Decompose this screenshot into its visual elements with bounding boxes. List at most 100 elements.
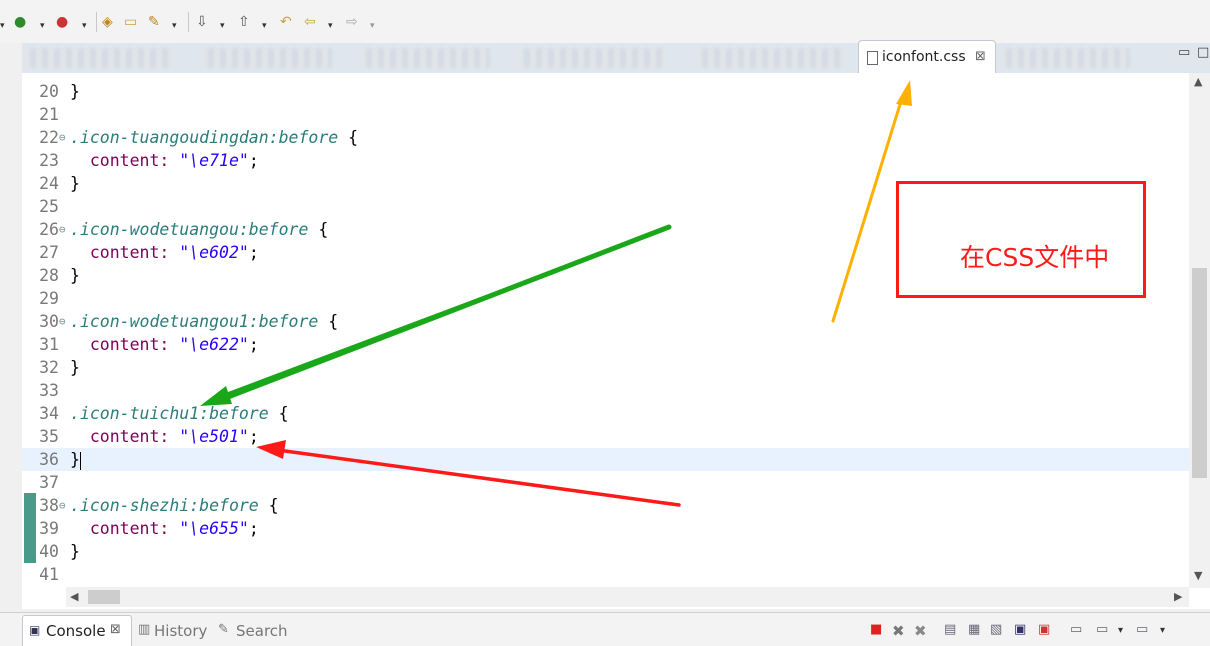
- vertical-scrollbar[interactable]: ▲ ▼: [1189, 73, 1210, 588]
- code-line[interactable]: 22 ⊖ .icon-tuangoudingdan:before {: [22, 126, 1189, 149]
- back-dropdown-icon[interactable]: ▾: [328, 17, 333, 35]
- code-line[interactable]: 33: [22, 379, 1189, 402]
- editor-tab-blurred[interactable]: [696, 48, 846, 68]
- semicolon: ;: [248, 519, 259, 538]
- code-text: content: "\e655";: [70, 517, 259, 540]
- tab-iconfont-css[interactable]: iconfont.css ⊠: [858, 40, 996, 75]
- code-line[interactable]: 38 ⊖ .icon-shezhi:before {: [22, 494, 1189, 517]
- last-edit-icon[interactable]: ↶: [280, 13, 292, 31]
- code-line[interactable]: 21: [22, 103, 1189, 126]
- scroll-right-icon[interactable]: ▶: [1174, 590, 1182, 603]
- editor-tab-blurred[interactable]: [24, 48, 174, 68]
- next-annotation-dropdown-icon[interactable]: ▾: [220, 17, 225, 35]
- close-console-icon[interactable]: ⊠: [110, 622, 121, 637]
- clear-console-icon[interactable]: ▤: [944, 622, 956, 637]
- open-folder-icon[interactable]: ▭: [124, 13, 137, 31]
- editor-tab-blurred[interactable]: [360, 48, 490, 68]
- code-line[interactable]: 37: [22, 471, 1189, 494]
- fold-toggle-icon[interactable]: ⊖: [59, 310, 66, 333]
- task-dropdown-icon[interactable]: ▾: [172, 17, 177, 35]
- line-number: 22: [39, 128, 59, 147]
- scroll-down-icon[interactable]: ▼: [1194, 569, 1202, 582]
- forward-icon[interactable]: ⇨: [346, 13, 358, 31]
- code-line[interactable]: 23 content: "\e71e";: [22, 149, 1189, 172]
- css-selector: .icon-tuichu1:before: [70, 404, 269, 423]
- horizontal-scrollbar[interactable]: ◀ ▶: [66, 587, 1189, 607]
- scrollbar-thumb[interactable]: [88, 590, 120, 604]
- external-tools-icon[interactable]: ●: [56, 13, 68, 31]
- show-output-icon[interactable]: ▣: [1038, 622, 1050, 637]
- css-file-icon: [867, 51, 878, 65]
- code-line[interactable]: 39 content: "\e655";: [22, 517, 1189, 540]
- history-icon: ▥: [138, 622, 151, 637]
- code-line[interactable]: 20}: [22, 80, 1189, 103]
- code-line[interactable]: 35 content: "\e501";: [22, 425, 1189, 448]
- editor-tab-blurred[interactable]: [518, 48, 668, 68]
- maximize-icon[interactable]: □: [1197, 45, 1209, 60]
- external-tools-dropdown-icon[interactable]: ▾: [82, 17, 87, 35]
- new-console-dropdown-icon[interactable]: ▾: [1160, 625, 1165, 636]
- code-text: }: [70, 540, 80, 563]
- code-editor[interactable]: 20} 21 22 ⊖ .icon-tuangoudingdan:before {23 …: [22, 73, 1210, 609]
- line-number: 34: [39, 404, 59, 423]
- css-value: "\e71e": [179, 151, 249, 170]
- code-text: content: "\e622";: [70, 333, 259, 356]
- run-dropdown-icon[interactable]: ▾: [40, 17, 45, 35]
- run-icon[interactable]: ●: [14, 13, 26, 31]
- line-number: 26: [39, 220, 59, 239]
- open-type-icon[interactable]: ◈: [102, 13, 113, 31]
- open-brace: {: [268, 404, 289, 423]
- fold-toggle-icon[interactable]: ⊖: [59, 218, 66, 241]
- prev-annotation-dropdown-icon[interactable]: ▾: [262, 17, 267, 35]
- tab-search[interactable]: Search: [236, 622, 288, 640]
- code-text: .icon-wodetuangou:before {: [70, 218, 328, 241]
- annotation-text: 在CSS文件中: [960, 243, 1110, 272]
- open-console-icon[interactable]: ▭: [1096, 622, 1108, 637]
- code-content: }: [70, 174, 80, 193]
- scroll-lock-icon[interactable]: ▦: [968, 622, 980, 637]
- scroll-left-icon[interactable]: ◀: [70, 590, 78, 603]
- css-property: content:: [70, 519, 170, 538]
- line-number: 21: [39, 105, 59, 124]
- line-number: 27: [39, 243, 59, 262]
- semicolon: ;: [248, 427, 259, 446]
- scroll-up-icon[interactable]: ▲: [1194, 75, 1202, 88]
- code-line[interactable]: 31 content: "\e622";: [22, 333, 1189, 356]
- minimize-icon[interactable]: ▭: [1178, 45, 1190, 60]
- code-line[interactable]: 34 .icon-tuichu1:before {: [22, 402, 1189, 425]
- next-annotation-icon[interactable]: ⇩: [196, 13, 208, 31]
- code-line[interactable]: 32}: [22, 356, 1189, 379]
- css-property: content:: [70, 151, 170, 170]
- toolbar-separator: [188, 12, 189, 32]
- new-console-icon[interactable]: ▭: [1136, 622, 1148, 637]
- remove-all-icon[interactable]: ✖: [914, 622, 927, 640]
- terminate-icon[interactable]: ■: [870, 622, 882, 637]
- tab-history[interactable]: History: [154, 622, 207, 640]
- fold-toggle-icon[interactable]: ⊖: [59, 494, 66, 517]
- code-text: content: "\e602";: [70, 241, 259, 264]
- close-tab-icon[interactable]: ⊠: [975, 49, 986, 64]
- code-line[interactable]: 30 ⊖ .icon-wodetuangou1:before {: [22, 310, 1189, 333]
- code-text: .icon-shezhi:before {: [70, 494, 279, 517]
- code-line[interactable]: 40}: [22, 540, 1189, 563]
- toolbar-dropdown-icon[interactable]: ▾: [0, 17, 5, 35]
- css-value: "\e501": [179, 427, 249, 446]
- scrollbar-thumb[interactable]: [1192, 268, 1207, 478]
- forward-dropdown-icon[interactable]: ▾: [370, 17, 375, 35]
- prev-annotation-icon[interactable]: ⇧: [238, 13, 250, 31]
- css-selector: .icon-shezhi:before: [70, 496, 259, 515]
- fold-toggle-icon[interactable]: ⊖: [59, 126, 66, 149]
- task-icon[interactable]: ✎: [148, 13, 160, 31]
- display-console-icon[interactable]: ▭: [1070, 622, 1082, 637]
- console-dropdown-icon[interactable]: ▾: [1118, 625, 1123, 636]
- back-icon[interactable]: ⇦: [304, 13, 316, 31]
- pin-console-icon[interactable]: ▣: [1014, 622, 1026, 637]
- editor-tab-blurred[interactable]: [202, 48, 332, 68]
- remove-launch-icon[interactable]: ✖: [892, 622, 905, 640]
- code-content: }: [70, 450, 80, 469]
- editor-tab-blurred[interactable]: [1000, 48, 1130, 68]
- code-line[interactable]: 41: [22, 563, 1189, 586]
- word-wrap-icon[interactable]: ▧: [990, 622, 1002, 637]
- line-number: 39: [39, 519, 59, 538]
- code-line[interactable]: 36}: [22, 448, 1189, 471]
